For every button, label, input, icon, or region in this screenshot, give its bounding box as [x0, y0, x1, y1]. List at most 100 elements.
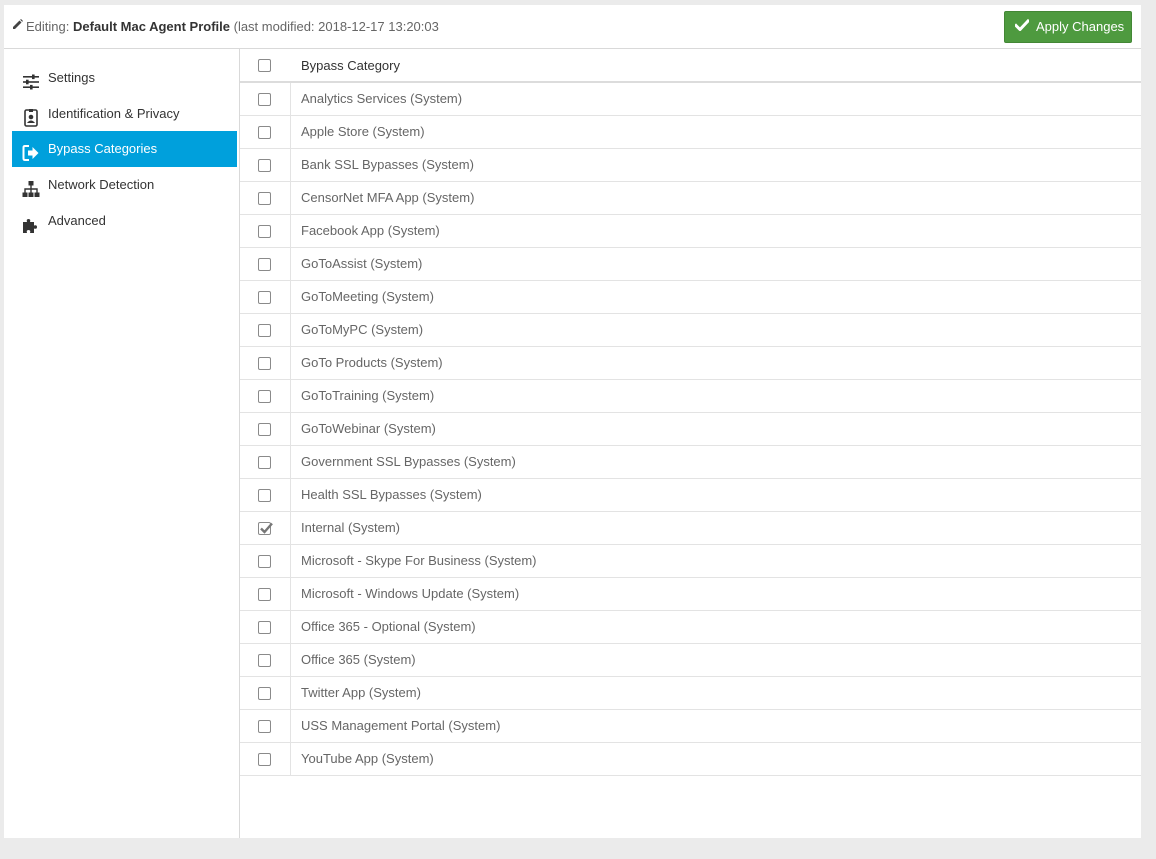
sidebar-item-label: Network Detection — [48, 177, 155, 192]
row-checkbox[interactable] — [258, 423, 271, 436]
column-divider — [290, 710, 291, 742]
row-checkbox[interactable] — [258, 93, 271, 106]
column-divider — [290, 116, 291, 148]
table-row: Office 365 (System) — [240, 644, 1141, 677]
table-row: YouTube App (System) — [240, 743, 1141, 776]
bypass-category-name: GoToAssist (System) — [301, 256, 423, 271]
row-checkbox[interactable] — [258, 555, 271, 568]
editor-header: Editing: Default Mac Agent Profile (last… — [4, 5, 1141, 49]
bypass-category-name: Bank SSL Bypasses (System) — [301, 157, 474, 172]
apply-changes-label: Apply Changes — [1036, 19, 1125, 34]
column-divider — [290, 413, 291, 445]
bypass-category-name: GoTo Products (System) — [301, 355, 443, 370]
column-divider — [290, 578, 291, 610]
profile-editor-panel: Editing: Default Mac Agent Profile (last… — [4, 5, 1141, 838]
sidebar-item-bypass-categories[interactable]: Bypass Categories — [12, 131, 237, 167]
row-checkbox[interactable] — [258, 522, 273, 535]
table-row: Microsoft - Skype For Business (System) — [240, 545, 1141, 578]
column-divider — [290, 644, 291, 676]
row-checkbox[interactable] — [258, 753, 271, 766]
column-divider — [290, 281, 291, 313]
last-modified: (last modified: 2018-12-17 13:20:03 — [233, 19, 439, 34]
row-checkbox[interactable] — [258, 324, 271, 337]
table-row: GoToMeeting (System) — [240, 281, 1141, 314]
column-divider — [290, 677, 291, 709]
id-badge-icon — [22, 105, 40, 127]
row-checkbox[interactable] — [258, 489, 271, 502]
sidebar-item-label: Bypass Categories — [48, 141, 158, 156]
column-divider — [290, 347, 291, 379]
check-icon — [1013, 12, 1031, 42]
column-header-bypass-category: Bypass Category — [301, 58, 400, 73]
bypass-category-name: USS Management Portal (System) — [301, 718, 501, 733]
row-checkbox[interactable] — [258, 258, 271, 271]
table-row: Microsoft - Windows Update (System) — [240, 578, 1141, 611]
table-row: Twitter App (System) — [240, 677, 1141, 710]
table-row: Analytics Services (System) — [240, 83, 1141, 116]
bypass-category-name: Health SSL Bypasses (System) — [301, 487, 482, 502]
table-row: CensorNet MFA App (System) — [240, 182, 1141, 215]
sidebar-item-settings[interactable]: Settings — [12, 60, 237, 96]
table-row: USS Management Portal (System) — [240, 710, 1141, 743]
bypass-category-name: YouTube App (System) — [301, 751, 434, 766]
sidebar-item-identification-privacy[interactable]: Identification & Privacy — [12, 96, 237, 132]
row-checkbox[interactable] — [258, 720, 271, 733]
bypass-category-name: GoToTraining (System) — [301, 388, 435, 403]
table-row: Internal (System) — [240, 512, 1141, 545]
table-row: GoTo Products (System) — [240, 347, 1141, 380]
bypass-category-name: Microsoft - Skype For Business (System) — [301, 553, 537, 568]
column-divider — [290, 611, 291, 643]
row-checkbox[interactable] — [258, 687, 271, 700]
column-divider — [290, 512, 291, 544]
sidebar-item-network-detection[interactable]: Network Detection — [12, 167, 237, 203]
row-checkbox[interactable] — [258, 357, 271, 370]
bypass-category-name: Facebook App (System) — [301, 223, 440, 238]
column-divider — [290, 479, 291, 511]
table-row: Health SSL Bypasses (System) — [240, 479, 1141, 512]
bypass-category-name: Apple Store (System) — [301, 124, 425, 139]
row-checkbox[interactable] — [258, 159, 271, 172]
table-row: GoToWebinar (System) — [240, 413, 1141, 446]
column-divider — [290, 83, 291, 115]
row-checkbox[interactable] — [258, 654, 271, 667]
sidebar-item-label: Identification & Privacy — [48, 106, 180, 121]
apply-changes-button[interactable]: Apply Changes — [1004, 11, 1132, 43]
sidebar-item-advanced[interactable]: Advanced — [12, 203, 237, 239]
table-row: GoToMyPC (System) — [240, 314, 1141, 347]
bypass-category-name: GoToMeeting (System) — [301, 289, 434, 304]
column-divider — [290, 314, 291, 346]
puzzle-icon — [22, 212, 40, 233]
row-checkbox[interactable] — [258, 621, 271, 634]
pencil-icon — [12, 4, 23, 48]
select-all-checkbox[interactable] — [258, 59, 271, 72]
row-checkbox[interactable] — [258, 390, 271, 403]
table-row: Bank SSL Bypasses (System) — [240, 149, 1141, 182]
row-checkbox[interactable] — [258, 225, 271, 238]
row-checkbox[interactable] — [258, 126, 271, 139]
column-divider — [290, 149, 291, 181]
table-header-row: Bypass Category — [240, 49, 1141, 83]
row-checkbox[interactable] — [258, 588, 271, 601]
editing-label: Editing: — [26, 19, 70, 34]
sidebar-item-label: Settings — [48, 70, 95, 85]
sidebar: Settings Identification & Privacy Bypass… — [4, 49, 240, 838]
bypass-category-name: GoToMyPC (System) — [301, 322, 424, 337]
bypass-category-name: CensorNet MFA App (System) — [301, 190, 475, 205]
row-checkbox[interactable] — [258, 192, 271, 205]
sidebar-item-label: Advanced — [48, 213, 106, 228]
sitemap-icon — [22, 176, 40, 197]
profile-name: Default Mac Agent Profile — [73, 19, 230, 34]
bypass-category-name: Microsoft - Windows Update (System) — [301, 586, 520, 601]
column-divider — [290, 545, 291, 577]
bypass-category-name: GoToWebinar (System) — [301, 421, 436, 436]
table-row: Office 365 - Optional (System) — [240, 611, 1141, 644]
table-body: Analytics Services (System) Apple Store (… — [240, 83, 1141, 776]
row-checkbox[interactable] — [258, 291, 271, 304]
column-divider — [290, 446, 291, 478]
column-divider — [290, 215, 291, 247]
bypass-category-table: Bypass Category Analytics Services (Syst… — [240, 49, 1141, 776]
column-divider — [290, 248, 291, 280]
row-checkbox[interactable] — [258, 456, 271, 469]
bypass-category-name: Government SSL Bypasses (System) — [301, 454, 516, 469]
sliders-icon — [22, 69, 40, 90]
